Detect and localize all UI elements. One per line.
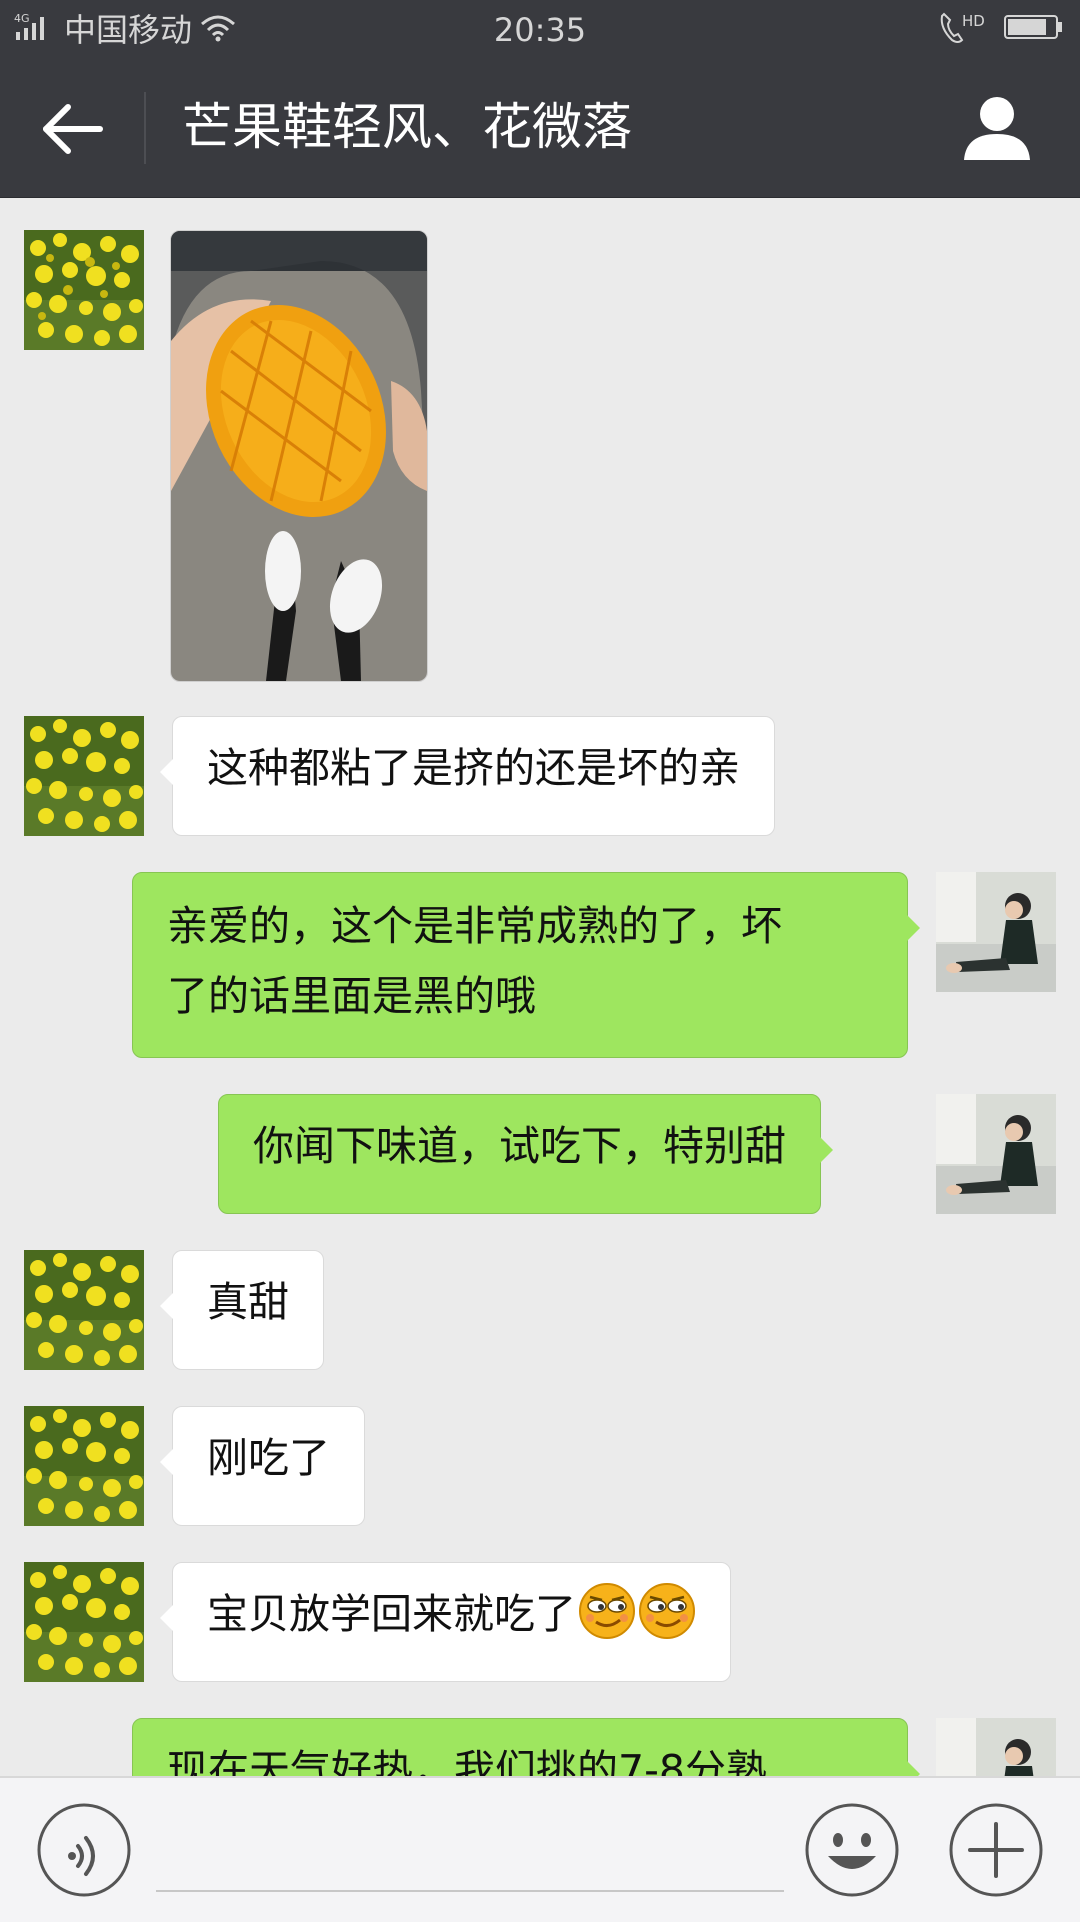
my-avatar[interactable] xyxy=(936,1094,1056,1214)
voice-icon[interactable] xyxy=(36,1802,132,1898)
contact-avatar[interactable] xyxy=(24,1406,144,1526)
back-arrow-icon[interactable] xyxy=(38,96,108,162)
girl-photo-image xyxy=(936,1718,1056,1776)
girl-photo-image xyxy=(936,872,1056,992)
emoji-icon[interactable] xyxy=(804,1802,900,1898)
girl-photo-image xyxy=(936,1094,1056,1214)
flower-field-image xyxy=(24,1250,144,1370)
message-bubble-incoming[interactable]: 刚吃了 xyxy=(160,1406,365,1526)
chat-header: 芒果鞋轻风、花微落 xyxy=(0,60,1080,198)
message-text: 刚吃了 xyxy=(207,1434,330,1482)
flower-field-image xyxy=(24,230,144,350)
flower-field-image xyxy=(24,1562,144,1682)
message-text: 这种都粘了是挤的还是坏的亲 xyxy=(207,744,740,792)
message-text-line: 亲爱的，这个是非常成熟的了，坏 xyxy=(167,902,782,950)
message-bubble-outgoing[interactable]: 现在天气好热，我们挑的7-8分熟 xyxy=(132,1718,920,1776)
my-avatar[interactable] xyxy=(936,1718,1056,1776)
flower-field-image xyxy=(24,1406,144,1526)
hd-label: HD xyxy=(962,12,985,30)
message-text: 现在天气好热，我们挑的7-8分熟 xyxy=(167,1746,767,1776)
message-bubble-incoming[interactable]: 宝贝放学回来就吃了 xyxy=(160,1562,731,1682)
message-text: 宝贝放学回来就吃了 xyxy=(207,1590,576,1638)
contact-avatar[interactable] xyxy=(24,1250,144,1370)
message-text-line: 了的话里面是黑的哦 xyxy=(167,972,536,1020)
message-bubble-outgoing[interactable]: 亲爱的，这个是非常成熟的了，坏 了的话里面是黑的哦 xyxy=(132,872,920,1058)
message-bubble-incoming[interactable]: 真甜 xyxy=(160,1250,324,1370)
profile-icon[interactable] xyxy=(960,90,1034,164)
contact-avatar[interactable] xyxy=(24,1562,144,1682)
message-text: 你闻下味道，试吃下，特别甜 xyxy=(253,1122,786,1170)
status-bar: 4G 中国移动 20:35 HD xyxy=(0,0,1080,60)
smirk-emoji xyxy=(639,1583,695,1639)
contact-avatar[interactable] xyxy=(24,716,144,836)
mango-image xyxy=(171,231,427,681)
smirk-emoji xyxy=(579,1583,635,1639)
message-bubble-incoming[interactable]: 这种都粘了是挤的还是坏的亲 xyxy=(160,716,775,836)
plus-icon[interactable] xyxy=(948,1802,1044,1898)
message-text: 真甜 xyxy=(207,1278,289,1326)
mango-photo[interactable] xyxy=(170,230,428,682)
hd-call-icon: HD xyxy=(940,12,985,43)
clock: 20:35 xyxy=(493,11,587,49)
message-bubble-outgoing[interactable]: 你闻下味道，试吃下，特别甜 xyxy=(218,1094,833,1214)
message-list[interactable]: 这种都粘了是挤的还是坏的亲 亲爱的，这个是非常成熟的了，坏 了的话里面是黑的哦 … xyxy=(0,198,1080,1776)
header-divider xyxy=(144,92,146,164)
input-bar xyxy=(0,1776,1080,1922)
battery-icon xyxy=(1004,15,1062,39)
my-avatar[interactable] xyxy=(936,872,1056,992)
contact-avatar[interactable] xyxy=(24,230,144,350)
flower-field-image xyxy=(24,716,144,836)
chat-title: 芒果鞋轻风、花微落 xyxy=(182,98,632,156)
message-input[interactable] xyxy=(156,1812,784,1892)
